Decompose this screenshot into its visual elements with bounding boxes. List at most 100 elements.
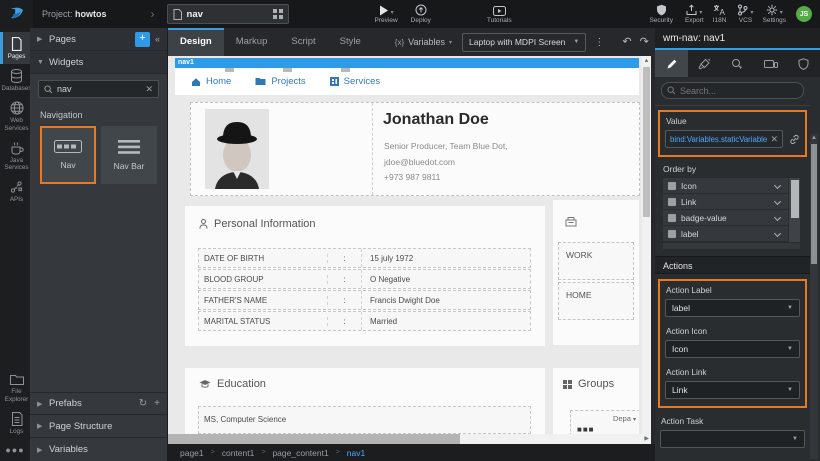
order-item-link[interactable]: Link bbox=[663, 194, 788, 209]
tutorials-button[interactable]: Tutorials bbox=[487, 0, 512, 28]
add-prefab-icon[interactable]: + bbox=[154, 398, 160, 409]
scrollbar-thumb[interactable] bbox=[168, 434, 460, 444]
tab-styles[interactable] bbox=[688, 50, 721, 77]
scroll-up-arrow-icon[interactable]: ▲ bbox=[810, 134, 818, 141]
activity-logs[interactable]: Logs bbox=[0, 407, 30, 439]
property-search-input[interactable] bbox=[680, 86, 798, 96]
breadcrumb-content1[interactable]: content1 bbox=[222, 448, 255, 458]
design-canvas[interactable]: nav1 Home Projects bbox=[168, 56, 651, 434]
preview-button[interactable]: ▾ Preview bbox=[375, 0, 398, 28]
order-item-icon[interactable]: Icon bbox=[663, 178, 788, 193]
tab-device[interactable] bbox=[754, 50, 787, 77]
tab-design[interactable]: Design bbox=[168, 28, 224, 56]
widget-tile-nav[interactable]: Nav bbox=[40, 126, 96, 184]
table-row[interactable]: DATE OF BIRTH : 15 july 1972 bbox=[198, 248, 531, 268]
contact-panel[interactable]: WORK HOME bbox=[553, 200, 639, 345]
chevron-down-icon[interactable] bbox=[774, 230, 781, 237]
add-page-button[interactable]: + bbox=[135, 32, 150, 47]
personal-info-panel[interactable]: Personal Information DATE OF BIRTH : 15 … bbox=[185, 206, 545, 346]
prefabs-accordion[interactable]: ▶ Prefabs ↻ + bbox=[30, 392, 167, 415]
undo-button[interactable]: ↶ bbox=[622, 28, 631, 56]
refresh-prefabs-icon[interactable]: ↻ bbox=[139, 398, 147, 409]
clear-binding-icon[interactable]: ✕ bbox=[770, 134, 778, 145]
activity-databases[interactable]: Databases bbox=[0, 64, 30, 96]
nav-item-projects[interactable]: Projects bbox=[255, 76, 305, 87]
more-options-icon[interactable]: ●●● bbox=[0, 439, 30, 461]
breadcrumb-nav1[interactable]: nav1 bbox=[347, 448, 365, 458]
checkbox[interactable] bbox=[668, 182, 676, 190]
canvas-horizontal-scrollbar[interactable]: ▶ bbox=[168, 434, 651, 444]
education-panel[interactable]: Education MS, Computer Science bbox=[185, 368, 545, 434]
action-link-select[interactable]: Link ▼ bbox=[665, 381, 800, 399]
nav-item-services[interactable]: Services bbox=[330, 76, 380, 87]
tab-style[interactable]: Style bbox=[328, 28, 373, 56]
order-item-badge-value[interactable]: badge-value bbox=[663, 210, 788, 225]
nav-widget-canvas[interactable]: Home Projects Services bbox=[175, 68, 639, 95]
user-avatar[interactable]: JS bbox=[796, 6, 812, 22]
education-row[interactable]: MS, Computer Science bbox=[198, 406, 531, 434]
tab-properties[interactable] bbox=[655, 50, 688, 77]
activity-java-services[interactable]: Java Services bbox=[0, 136, 30, 175]
activity-file-explorer[interactable]: File Explorer bbox=[0, 369, 30, 406]
tab-security[interactable] bbox=[787, 50, 820, 77]
page-structure-accordion[interactable]: ▶ Page Structure bbox=[30, 415, 167, 438]
widgets-accordion[interactable]: ▼ Widgets bbox=[30, 51, 167, 74]
selected-widget-bar[interactable]: nav1 bbox=[175, 58, 639, 68]
checkbox[interactable] bbox=[668, 198, 676, 206]
scrollbar-thumb[interactable] bbox=[791, 180, 799, 218]
groups-panel[interactable]: Groups ■■■ Depa ▾ bbox=[553, 368, 639, 434]
vcs-button[interactable]: ▾ VCS bbox=[737, 0, 753, 28]
scrollbar-thumb[interactable] bbox=[643, 67, 650, 217]
chevron-down-icon[interactable] bbox=[774, 214, 781, 221]
checkbox[interactable] bbox=[668, 230, 676, 238]
table-row[interactable]: MARITAL STATUS : Married bbox=[198, 311, 531, 331]
table-row[interactable]: FATHER'S NAME : Francis Dwight Doe bbox=[198, 290, 531, 310]
nav-item-home[interactable]: Home bbox=[191, 76, 231, 87]
wavemaker-logo-icon[interactable] bbox=[0, 0, 33, 28]
security-button[interactable]: Security bbox=[649, 0, 672, 28]
bind-link-icon[interactable] bbox=[789, 134, 800, 145]
variables-accordion[interactable]: ▶ Variables bbox=[30, 438, 167, 461]
canvas-vertical-scrollbar[interactable]: ▲ bbox=[642, 56, 651, 434]
contact-home-box[interactable]: HOME bbox=[558, 282, 634, 320]
variables-button[interactable]: {x} Variables ▾ bbox=[395, 37, 452, 47]
order-list-scrollbar[interactable] bbox=[789, 178, 800, 242]
action-task-select[interactable]: ▼ bbox=[660, 430, 805, 448]
scroll-right-arrow-icon[interactable]: ▶ bbox=[644, 435, 649, 442]
profile-section[interactable]: Jonathan Doe Senior Producer, Team Blue … bbox=[190, 102, 640, 196]
property-search[interactable] bbox=[661, 82, 804, 99]
deploy-button[interactable]: Deploy bbox=[411, 0, 431, 28]
widget-tile-navbar[interactable]: Nav Bar bbox=[101, 126, 157, 184]
scroll-up-arrow-icon[interactable]: ▲ bbox=[642, 56, 651, 64]
more-actions-icon[interactable]: ⋮ bbox=[594, 37, 604, 48]
redo-button[interactable]: ↷ bbox=[640, 28, 649, 56]
activity-pages[interactable]: Pages bbox=[0, 32, 30, 64]
export-button[interactable]: ▾ Export bbox=[685, 0, 704, 28]
activity-web-services[interactable]: Web Services bbox=[0, 96, 30, 135]
device-selector[interactable]: Laptop with MDPI Screen ▼ bbox=[462, 33, 586, 52]
chevron-down-icon[interactable] bbox=[774, 198, 781, 205]
widget-search-input[interactable] bbox=[57, 84, 141, 94]
action-icon-select[interactable]: Icon ▼ bbox=[665, 340, 800, 358]
collapse-panel-icon[interactable]: « bbox=[155, 34, 160, 44]
tab-markup[interactable]: Markup bbox=[224, 28, 280, 56]
page-selector[interactable]: nav bbox=[167, 4, 289, 24]
scrollbar-thumb[interactable] bbox=[811, 144, 817, 264]
activity-apis[interactable]: APIs bbox=[0, 175, 30, 207]
order-item-label[interactable]: label bbox=[663, 226, 788, 241]
inspector-scrollbar[interactable]: ▲ bbox=[810, 134, 818, 459]
checkbox[interactable] bbox=[668, 214, 676, 222]
chevron-down-icon[interactable] bbox=[774, 182, 781, 189]
breadcrumb-page-content1[interactable]: page_content1 bbox=[272, 448, 328, 458]
action-label-select[interactable]: label ▼ bbox=[665, 299, 800, 317]
widget-search[interactable]: ✕ bbox=[38, 80, 159, 98]
pages-accordion[interactable]: ▶ Pages + « bbox=[30, 28, 167, 51]
contact-work-box[interactable]: WORK bbox=[558, 242, 634, 280]
tab-events[interactable] bbox=[721, 50, 754, 77]
clear-search-icon[interactable]: ✕ bbox=[145, 84, 153, 95]
table-row[interactable]: BLOOD GROUP : O Negative bbox=[198, 269, 531, 289]
value-binding-input[interactable]: bind:Variables.staticVariable1.dataSet ✕ bbox=[665, 130, 783, 148]
i18n-button[interactable]: A I18N bbox=[713, 0, 727, 28]
breadcrumb-page1[interactable]: page1 bbox=[180, 448, 204, 458]
settings-button[interactable]: ▾ Settings bbox=[763, 0, 787, 28]
